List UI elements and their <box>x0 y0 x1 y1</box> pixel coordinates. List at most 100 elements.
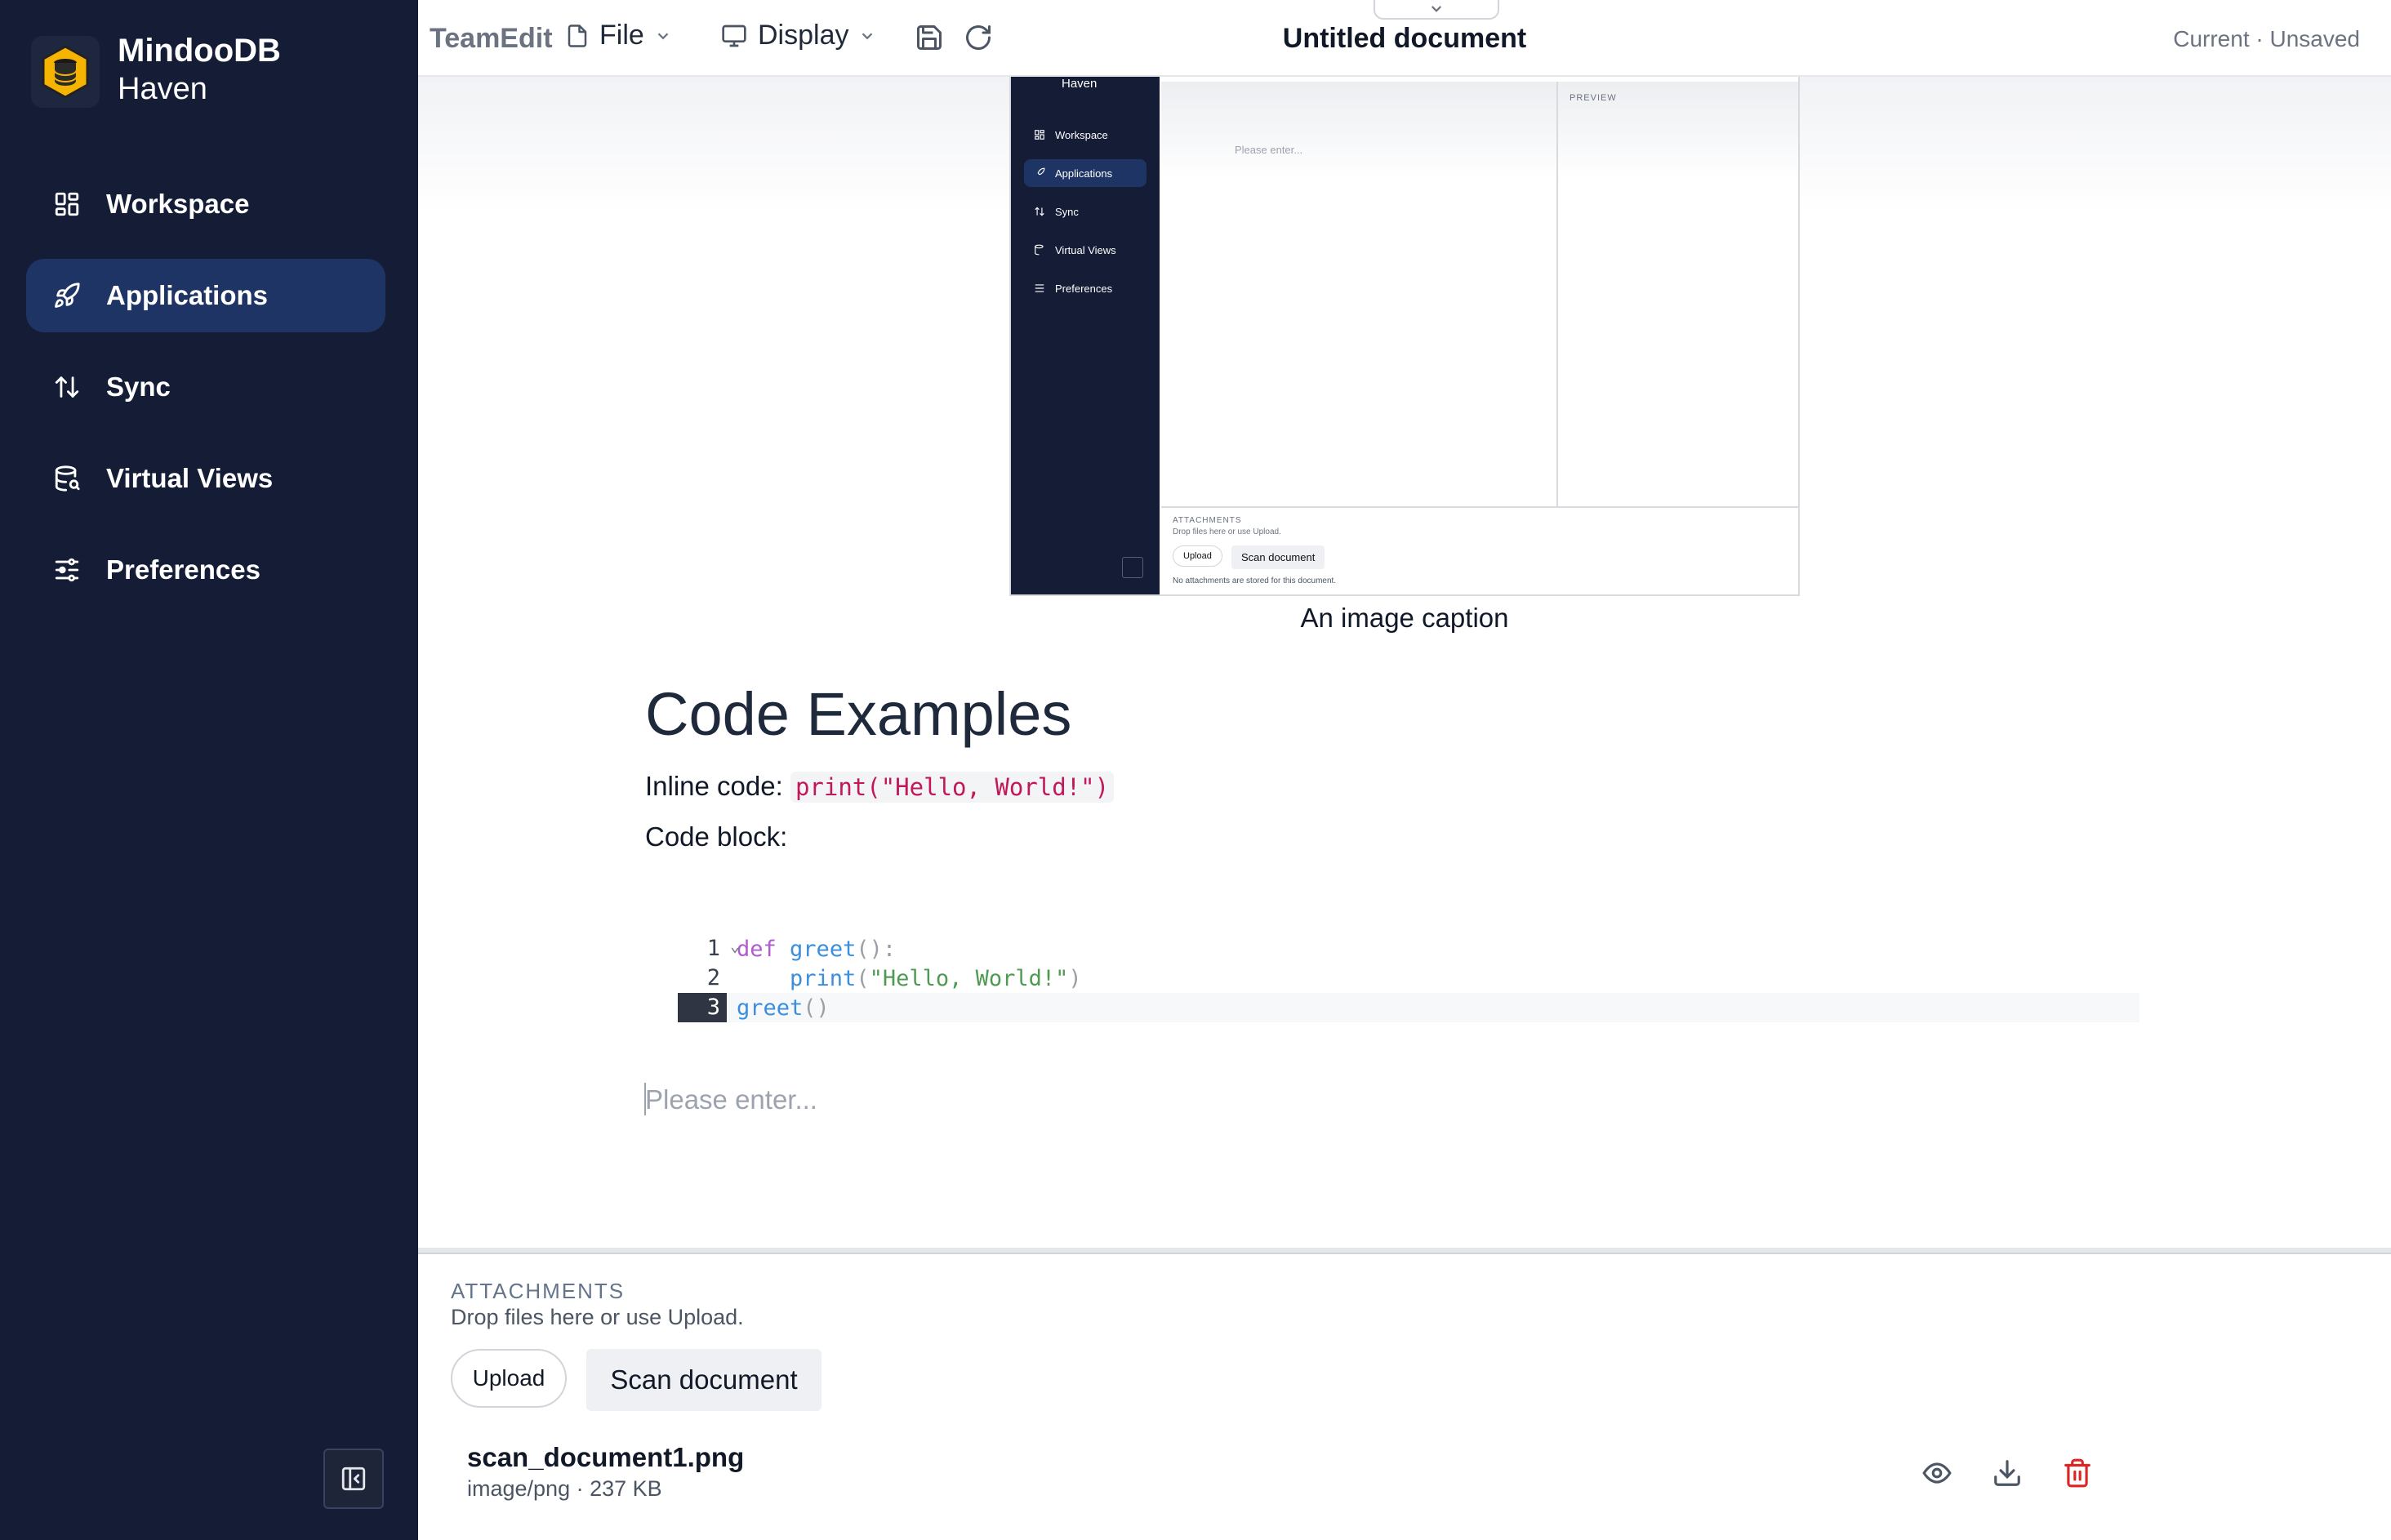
sidebar-item-label: Applications <box>106 280 269 310</box>
sidebar-item-workspace[interactable]: Workspace <box>26 167 385 241</box>
chevron-down-icon <box>1431 6 1442 12</box>
save-status: Current · Unsaved <box>2173 26 2360 51</box>
toolbar-collapse-tab[interactable] <box>1374 0 1499 20</box>
save-button[interactable] <box>915 23 944 52</box>
sidebar-item-virtual-views[interactable]: Virtual Views <box>26 442 385 515</box>
embedded-collapse-icon <box>1122 557 1143 578</box>
inline-code: print("Hello, World!") <box>790 772 1115 803</box>
brand-name: MindooDB <box>118 33 281 69</box>
sidebar-item-label: Workspace <box>106 189 250 219</box>
sidebar-item-label: Sync <box>106 372 171 402</box>
code-token: (): <box>856 936 897 962</box>
trash-icon <box>2064 1458 2090 1488</box>
sliders-icon <box>1034 283 1045 294</box>
code-token: print <box>790 965 857 991</box>
sliders-icon <box>51 554 83 586</box>
code-token: () <box>803 995 830 1021</box>
inline-code-paragraph: Inline code: print("Hello, World!") <box>645 771 1115 803</box>
fold-chevron-icon[interactable]: ⌄ <box>730 936 740 955</box>
delete-attachment-button[interactable] <box>2059 1455 2095 1491</box>
embedded-attachments-hint: Drop files here or use Upload. <box>1173 527 1281 536</box>
document-title[interactable]: Untitled document <box>1283 23 1526 54</box>
embedded-scan-button: Scan document <box>1231 545 1325 569</box>
embedded-attachments-title: ATTACHMENTS <box>1173 516 1242 525</box>
display-menu[interactable]: Display <box>720 20 876 51</box>
embedded-editor: Please enter... <box>1161 82 1558 508</box>
inline-code-label: Inline code: <box>645 771 790 801</box>
embedded-empty-message: No attachments are stored for this docum… <box>1173 576 1337 585</box>
grid-icon <box>1034 129 1045 140</box>
embedded-nav-item: Virtual Views <box>1024 236 1147 264</box>
file-menu[interactable]: File <box>565 20 672 51</box>
embedded-sidebar: Haven Workspace Applications Sync Virtua… <box>1011 75 1160 594</box>
code-block-label: Code block: <box>645 821 788 852</box>
line-number: 3 <box>678 993 727 1022</box>
attachments-hint: Drop files here or use Upload. <box>451 1305 744 1329</box>
file-menu-label: File <box>599 20 644 51</box>
hive-logo-icon <box>42 45 89 99</box>
attachment-file-meta: image/png · 237 KB <box>467 1476 662 1501</box>
embedded-nav-label: Virtual Views <box>1055 243 1116 256</box>
scan-document-button[interactable]: Scan document <box>586 1349 821 1411</box>
code-text: print("Hello, World!") <box>727 966 1082 991</box>
monitor-icon <box>720 23 748 49</box>
code-token: def <box>737 936 777 962</box>
sidebar-item-applications[interactable]: Applications <box>26 259 385 332</box>
embedded-nav-label: Applications <box>1055 167 1113 180</box>
database-search-icon <box>51 462 83 495</box>
code-token: "Hello, World!" <box>869 965 1069 991</box>
code-token: greet <box>737 995 804 1021</box>
embedded-nav-label: Workspace <box>1055 128 1108 141</box>
brand-subtitle: Haven <box>118 72 207 106</box>
code-block[interactable]: 1 ⌄ def greet(): 2 print("Hello, World!") 3 g… <box>678 934 2139 1022</box>
embedded-nav-item: Applications <box>1024 159 1147 187</box>
code-line[interactable]: 2 print("Hello, World!") <box>678 964 2139 993</box>
upload-button[interactable]: Upload <box>451 1349 567 1408</box>
download-icon <box>1994 1460 2020 1486</box>
embedded-brand: Haven <box>1062 77 1098 91</box>
embedded-preview-label: PREVIEW <box>1570 93 1617 103</box>
code-text: def greet(): <box>727 937 896 962</box>
download-attachment-button[interactable] <box>1989 1455 2025 1491</box>
embedded-nav-item: Preferences <box>1024 274 1147 302</box>
sidebar-item-preferences[interactable]: Preferences <box>26 533 385 607</box>
code-token: ( <box>856 965 870 991</box>
preview-attachment-button[interactable] <box>1919 1455 1955 1491</box>
sync-arrows-icon <box>1034 206 1045 217</box>
refresh-button[interactable] <box>964 23 993 52</box>
embedded-upload-button: Upload <box>1173 545 1222 567</box>
document-editor[interactable]: Haven Workspace Applications Sync Virtua… <box>418 75 2391 1253</box>
line-number: 1 <box>706 936 720 961</box>
collapse-sidebar-button[interactable] <box>323 1449 384 1509</box>
attachments-title: ATTACHMENTS <box>451 1279 626 1303</box>
sidebar-item-label: Preferences <box>106 554 260 585</box>
editor-placeholder[interactable]: Please enter... <box>645 1084 817 1115</box>
code-line[interactable]: 3 greet() <box>678 993 2139 1022</box>
embedded-nav-label: Sync <box>1055 205 1079 218</box>
file-icon <box>565 23 590 49</box>
eye-icon <box>1922 1462 1952 1484</box>
code-token: ) <box>1068 965 1082 991</box>
display-menu-label: Display <box>758 20 849 51</box>
sync-arrows-icon <box>51 371 83 403</box>
document-title-wrap: Untitled document <box>418 23 2391 55</box>
code-text: greet() <box>727 995 830 1021</box>
sidebar-item-sync[interactable]: Sync <box>26 350 385 424</box>
chevron-down-icon <box>654 27 672 45</box>
embedded-nav-label: Preferences <box>1055 282 1113 295</box>
rocket-icon <box>1034 167 1045 179</box>
app-name: TeamEdit <box>430 23 553 54</box>
code-line[interactable]: 1 ⌄ def greet(): <box>678 934 2139 964</box>
embedded-nav-item: Sync <box>1024 198 1147 225</box>
image-caption: An image caption <box>1300 603 1509 633</box>
main-panel: Haven Workspace Applications Sync Virtua… <box>418 0 2391 1540</box>
toolbar: TeamEdit File Display Untitled document … <box>418 0 2391 77</box>
sidebar-item-label: Virtual Views <box>106 463 274 493</box>
embedded-placeholder: Please enter... <box>1235 144 1303 156</box>
save-icon <box>917 25 942 50</box>
embedded-nav-item: Workspace <box>1024 121 1147 149</box>
refresh-icon <box>966 25 991 51</box>
logo <box>31 36 100 108</box>
embedded-image[interactable]: Haven Workspace Applications Sync Virtua… <box>1009 75 1800 596</box>
